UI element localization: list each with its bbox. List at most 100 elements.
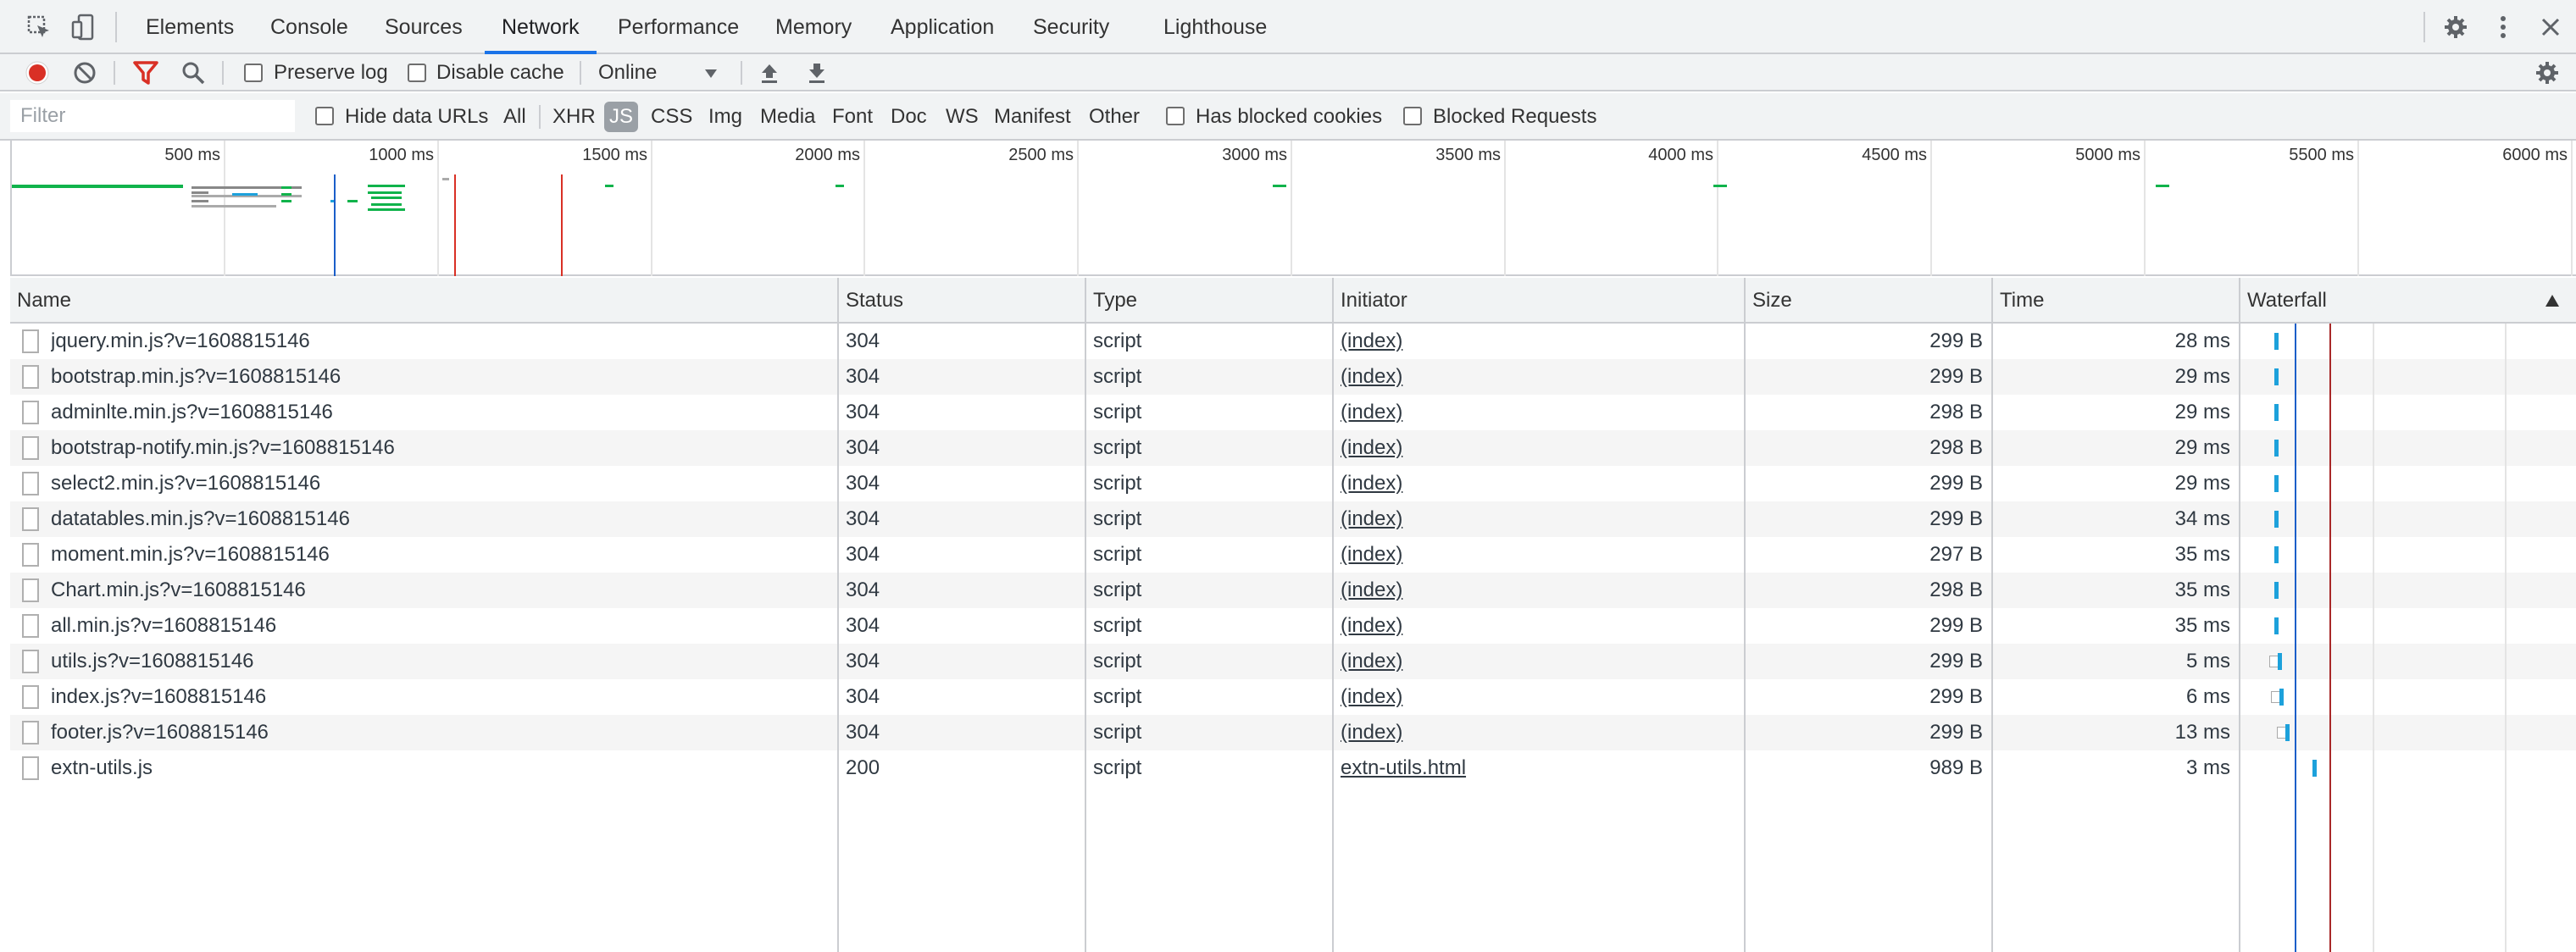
waterfall-bar[interactable]	[2274, 368, 2279, 385]
hide-data-urls-checkbox[interactable]	[315, 107, 334, 125]
column-divider[interactable]	[1991, 278, 1993, 952]
column-divider[interactable]	[2239, 278, 2240, 952]
filter-type-font[interactable]: Font	[827, 102, 878, 132]
table-row[interactable]: datatables.min.js?v=1608815146 304 script (…	[10, 501, 2576, 537]
waterfall-bar[interactable]	[2274, 333, 2279, 350]
tab-application[interactable]: Application	[891, 0, 994, 54]
blocked-requests-label[interactable]: Blocked Requests	[1433, 98, 1596, 136]
waterfall-bar[interactable]	[2312, 760, 2317, 777]
waterfall-bar[interactable]	[2274, 440, 2279, 457]
table-row[interactable]: moment.min.js?v=1608815146 304 script (inde…	[10, 537, 2576, 573]
table-row[interactable]: adminlte.min.js?v=1608815146 304 script (in…	[10, 395, 2576, 430]
record-icon[interactable]	[24, 59, 51, 86]
column-divider[interactable]	[1085, 278, 1086, 952]
waterfall-bar[interactable]	[2279, 689, 2284, 706]
filter-type-doc[interactable]: Doc	[886, 102, 932, 132]
table-row[interactable]: select2.min.js?v=1608815146 304 script (ind…	[10, 466, 2576, 501]
chevron-down-icon[interactable]	[705, 69, 717, 78]
filter-type-manifest[interactable]: Manifest	[989, 102, 1076, 132]
cell-initiator[interactable]: (index)	[1341, 395, 1730, 430]
column-header-name[interactable]: Name	[10, 278, 839, 324]
clear-icon[interactable]	[71, 59, 98, 86]
cell-initiator[interactable]: (index)	[1341, 501, 1730, 537]
table-row[interactable]: extn-utils.js 200 script extn-utils.html 989…	[10, 750, 2576, 786]
waterfall-bar[interactable]	[2285, 724, 2290, 741]
waterfall-bar[interactable]	[2274, 617, 2279, 634]
has-blocked-cookies-label[interactable]: Has blocked cookies	[1196, 98, 1382, 136]
cell-initiator[interactable]: (index)	[1341, 715, 1730, 750]
table-row[interactable]: bootstrap.min.js?v=1608815146 304 script (i…	[10, 359, 2576, 395]
cell-initiator[interactable]: (index)	[1341, 466, 1730, 501]
import-har-icon[interactable]	[756, 59, 783, 86]
preserve-log-label[interactable]: Preserve log	[274, 54, 388, 91]
cell-initiator[interactable]: extn-utils.html	[1341, 750, 1730, 786]
cell-initiator[interactable]: (index)	[1341, 679, 1730, 715]
column-header-status[interactable]: Status	[839, 278, 1086, 324]
table-row[interactable]: bootstrap-notify.min.js?v=1608815146 304 s…	[10, 430, 2576, 466]
tab-memory[interactable]: Memory	[775, 0, 852, 54]
column-header-type[interactable]: Type	[1086, 278, 1334, 324]
filter-type-ws[interactable]: WS	[941, 102, 984, 132]
filter-type-css[interactable]: CSS	[646, 102, 697, 132]
cell-initiator[interactable]: (index)	[1341, 324, 1730, 359]
tab-elements[interactable]: Elements	[146, 0, 234, 54]
disable-cache-checkbox[interactable]	[408, 64, 426, 82]
export-har-icon[interactable]	[803, 59, 830, 86]
table-row[interactable]: footer.js?v=1608815146 304 script (index) 29…	[10, 715, 2576, 750]
search-icon[interactable]	[180, 59, 207, 86]
column-header-time[interactable]: Time	[1993, 278, 2240, 324]
tab-security[interactable]: Security	[1033, 0, 1109, 54]
filter-type-img[interactable]: Img	[703, 102, 747, 132]
column-divider[interactable]	[1744, 278, 1746, 952]
inspect-element-icon[interactable]	[24, 12, 54, 42]
table-row[interactable]: index.js?v=1608815146 304 script (index) 299…	[10, 679, 2576, 715]
blocked-requests-checkbox[interactable]	[1403, 107, 1422, 125]
column-header-waterfall[interactable]: Waterfall	[2240, 278, 2576, 324]
disable-cache-label[interactable]: Disable cache	[436, 54, 564, 91]
settings-gear-icon[interactable]	[2440, 12, 2471, 42]
device-toolbar-icon[interactable]	[68, 12, 98, 42]
cell-initiator[interactable]: (index)	[1341, 537, 1730, 573]
filter-type-media[interactable]: Media	[755, 102, 820, 132]
cell-initiator[interactable]: (index)	[1341, 359, 1730, 395]
table-row[interactable]: Chart.min.js?v=1608815146 304 script (index…	[10, 573, 2576, 608]
tab-sources[interactable]: Sources	[385, 0, 463, 54]
waterfall-bar[interactable]	[2274, 582, 2279, 599]
table-row[interactable]: all.min.js?v=1608815146 304 script (index) 2…	[10, 608, 2576, 644]
tab-performance[interactable]: Performance	[618, 0, 739, 54]
timeline-overview[interactable]: 500 ms 1000 ms 1500 ms 2000 ms 2500 ms 3…	[10, 141, 2576, 276]
more-options-icon[interactable]	[2488, 12, 2518, 42]
filter-type-js[interactable]: JS	[604, 102, 639, 132]
column-header-size[interactable]: Size	[1746, 278, 1993, 324]
cell-initiator[interactable]: (index)	[1341, 573, 1730, 608]
tab-network[interactable]: Network	[485, 0, 597, 54]
table-row[interactable]: jquery.min.js?v=1608815146 304 script (inde…	[10, 324, 2576, 359]
waterfall-bar[interactable]	[2274, 511, 2279, 528]
table-row[interactable]: utils.js?v=1608815146 304 script (index) 299…	[10, 644, 2576, 679]
cell-initiator[interactable]: (index)	[1341, 608, 1730, 644]
column-divider[interactable]	[837, 278, 839, 952]
filter-icon[interactable]	[132, 59, 159, 86]
network-settings-gear-icon[interactable]	[2534, 59, 2561, 86]
filter-input[interactable]	[10, 100, 295, 132]
filter-type-other[interactable]: Other	[1084, 102, 1145, 132]
cell-initiator[interactable]: (index)	[1341, 430, 1730, 466]
has-blocked-cookies-checkbox[interactable]	[1166, 107, 1185, 125]
waterfall-bar[interactable]	[2274, 546, 2279, 563]
column-divider[interactable]	[1332, 278, 1334, 952]
close-icon[interactable]	[2535, 12, 2566, 42]
preserve-log-checkbox[interactable]	[244, 64, 263, 82]
sort-ascending-icon[interactable]	[2545, 295, 2559, 307]
script-file-icon	[22, 436, 39, 460]
column-header-initiator[interactable]: Initiator	[1334, 278, 1746, 324]
hide-data-urls-label[interactable]: Hide data URLs	[345, 98, 488, 136]
throttling-select[interactable]: Online	[598, 54, 657, 91]
cell-initiator[interactable]: (index)	[1341, 644, 1730, 679]
tab-lighthouse[interactable]: Lighthouse	[1163, 0, 1267, 54]
tab-console[interactable]: Console	[270, 0, 348, 54]
waterfall-bar[interactable]	[2274, 475, 2279, 492]
waterfall-bar[interactable]	[2278, 653, 2282, 670]
waterfall-bar[interactable]	[2274, 404, 2279, 421]
filter-type-xhr[interactable]: XHR	[547, 102, 601, 132]
filter-type-all[interactable]: All	[498, 102, 531, 132]
